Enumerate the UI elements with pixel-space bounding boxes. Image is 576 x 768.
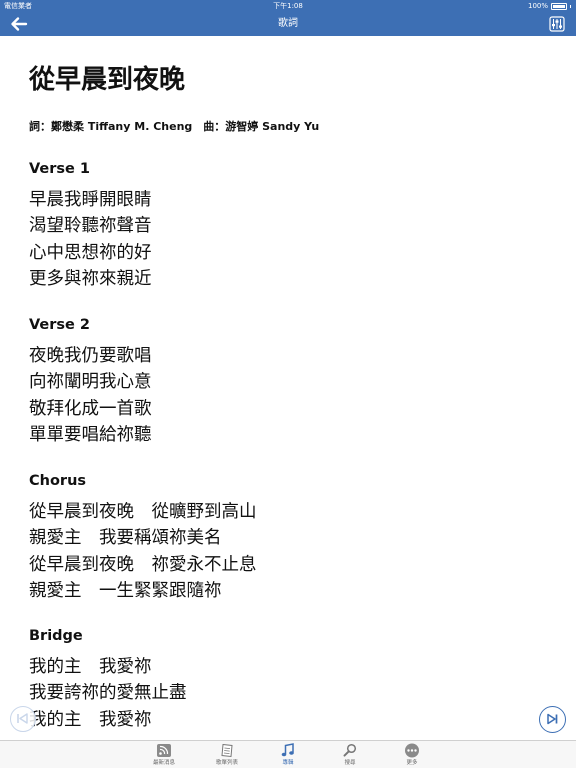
adjust-settings-icon[interactable] bbox=[549, 16, 565, 32]
tab-search[interactable]: 搜尋 bbox=[325, 741, 375, 768]
navigation-bar: 歌詞 bbox=[0, 12, 576, 36]
song-title: 從早晨到夜晚 bbox=[29, 65, 186, 95]
lyric-line: 更多與祢來親近 bbox=[29, 268, 152, 289]
tab-label: 搜尋 bbox=[344, 760, 356, 766]
battery-percent: 100% bbox=[527, 2, 548, 10]
tab-songlist[interactable]: 歌單列表 bbox=[202, 741, 252, 768]
lyric-line: 敬拜化成一首歌 bbox=[29, 398, 152, 419]
battery-indicator: 100% bbox=[528, 0, 571, 12]
lyrics-section-chorus: Chorus 從早晨到夜晚 從曠野到高山 親愛主 我要稱頌祢美名 從早晨到夜晚 … bbox=[29, 471, 549, 604]
lyric-line: 從早晨到夜晚 祢愛永不止息 bbox=[29, 554, 257, 575]
section-heading: Bridge bbox=[29, 628, 83, 644]
previous-track-button[interactable] bbox=[10, 706, 36, 732]
section-heading: Verse 1 bbox=[29, 161, 91, 177]
music-note-icon bbox=[281, 743, 294, 757]
lyric-line: 渴望聆聽祢聲音 bbox=[29, 216, 152, 237]
battery-icon bbox=[551, 2, 567, 10]
lyrics-content[interactable]: 從早晨到夜晚 詞：鄭懋柔 Tiffany M. Cheng 曲：游智婷 Sand… bbox=[0, 36, 576, 740]
lyric-line: 單單要唱給祢聽 bbox=[29, 424, 152, 445]
status-bar: 電信業者 下午1:08 100% bbox=[0, 0, 576, 12]
section-heading: Chorus bbox=[29, 473, 87, 489]
next-track-button[interactable] bbox=[539, 706, 566, 733]
lyric-line: 從早晨到夜晚 從曠野到高山 bbox=[29, 502, 257, 522]
lyric-line: 心中思想祢的好 bbox=[29, 242, 152, 263]
skip-forward-icon bbox=[547, 713, 558, 725]
lyric-line: 我的主 我愛祢 bbox=[29, 657, 152, 677]
lyric-line: 早晨我睜開眼睛 bbox=[29, 190, 152, 210]
lyric-line: 我的主 我愛祢 bbox=[29, 709, 152, 730]
lyrics-section-bridge: Bridge 我的主 我愛祢 我要誇祢的愛無止盡 我的主 我愛祢 bbox=[29, 626, 549, 733]
skip-back-icon bbox=[17, 713, 28, 724]
lyric-line: 親愛主 一生緊緊跟隨祢 bbox=[29, 580, 222, 601]
lyric-line: 親愛主 我要稱頌祢美名 bbox=[29, 528, 222, 549]
tab-bar: 最新消息 歌單列表 專輯 搜尋 更多 bbox=[0, 740, 576, 768]
tab-label: 更多 bbox=[406, 760, 418, 766]
section-heading: Verse 2 bbox=[29, 317, 91, 333]
lyric-line: 我要誇祢的愛無止盡 bbox=[29, 683, 187, 704]
lyrics-section-verse-1: Verse 1 早晨我睜開眼睛 渴望聆聽祢聲音 心中思想祢的好 更多與祢來親近 bbox=[29, 159, 549, 292]
lyric-line: 夜晚我仍要歌唱 bbox=[29, 346, 152, 366]
tab-label: 最新消息 bbox=[152, 760, 175, 766]
tab-label: 歌單列表 bbox=[215, 760, 238, 766]
lyrics-section-verse-2: Verse 2 夜晚我仍要歌唱 向祢闡明我心意 敬拜化成一首歌 單單要唱給祢聽 bbox=[29, 315, 549, 448]
tab-album[interactable]: 專輯 bbox=[263, 741, 313, 768]
rss-icon bbox=[157, 744, 171, 757]
songlist-icon bbox=[221, 743, 233, 758]
search-icon bbox=[343, 743, 357, 757]
status-time: 下午1:08 bbox=[273, 2, 303, 10]
tab-news[interactable]: 最新消息 bbox=[139, 741, 189, 768]
more-icon bbox=[405, 743, 419, 758]
song-credits: 詞：鄭懋柔 Tiffany M. Cheng 曲：游智婷 Sandy Yu bbox=[29, 120, 320, 133]
battery-tip bbox=[570, 4, 571, 8]
tab-label: 專輯 bbox=[282, 760, 294, 766]
lyric-line: 向祢闡明我心意 bbox=[29, 372, 152, 393]
page-title: 歌詞 bbox=[278, 18, 298, 29]
tab-more[interactable]: 更多 bbox=[387, 741, 437, 768]
